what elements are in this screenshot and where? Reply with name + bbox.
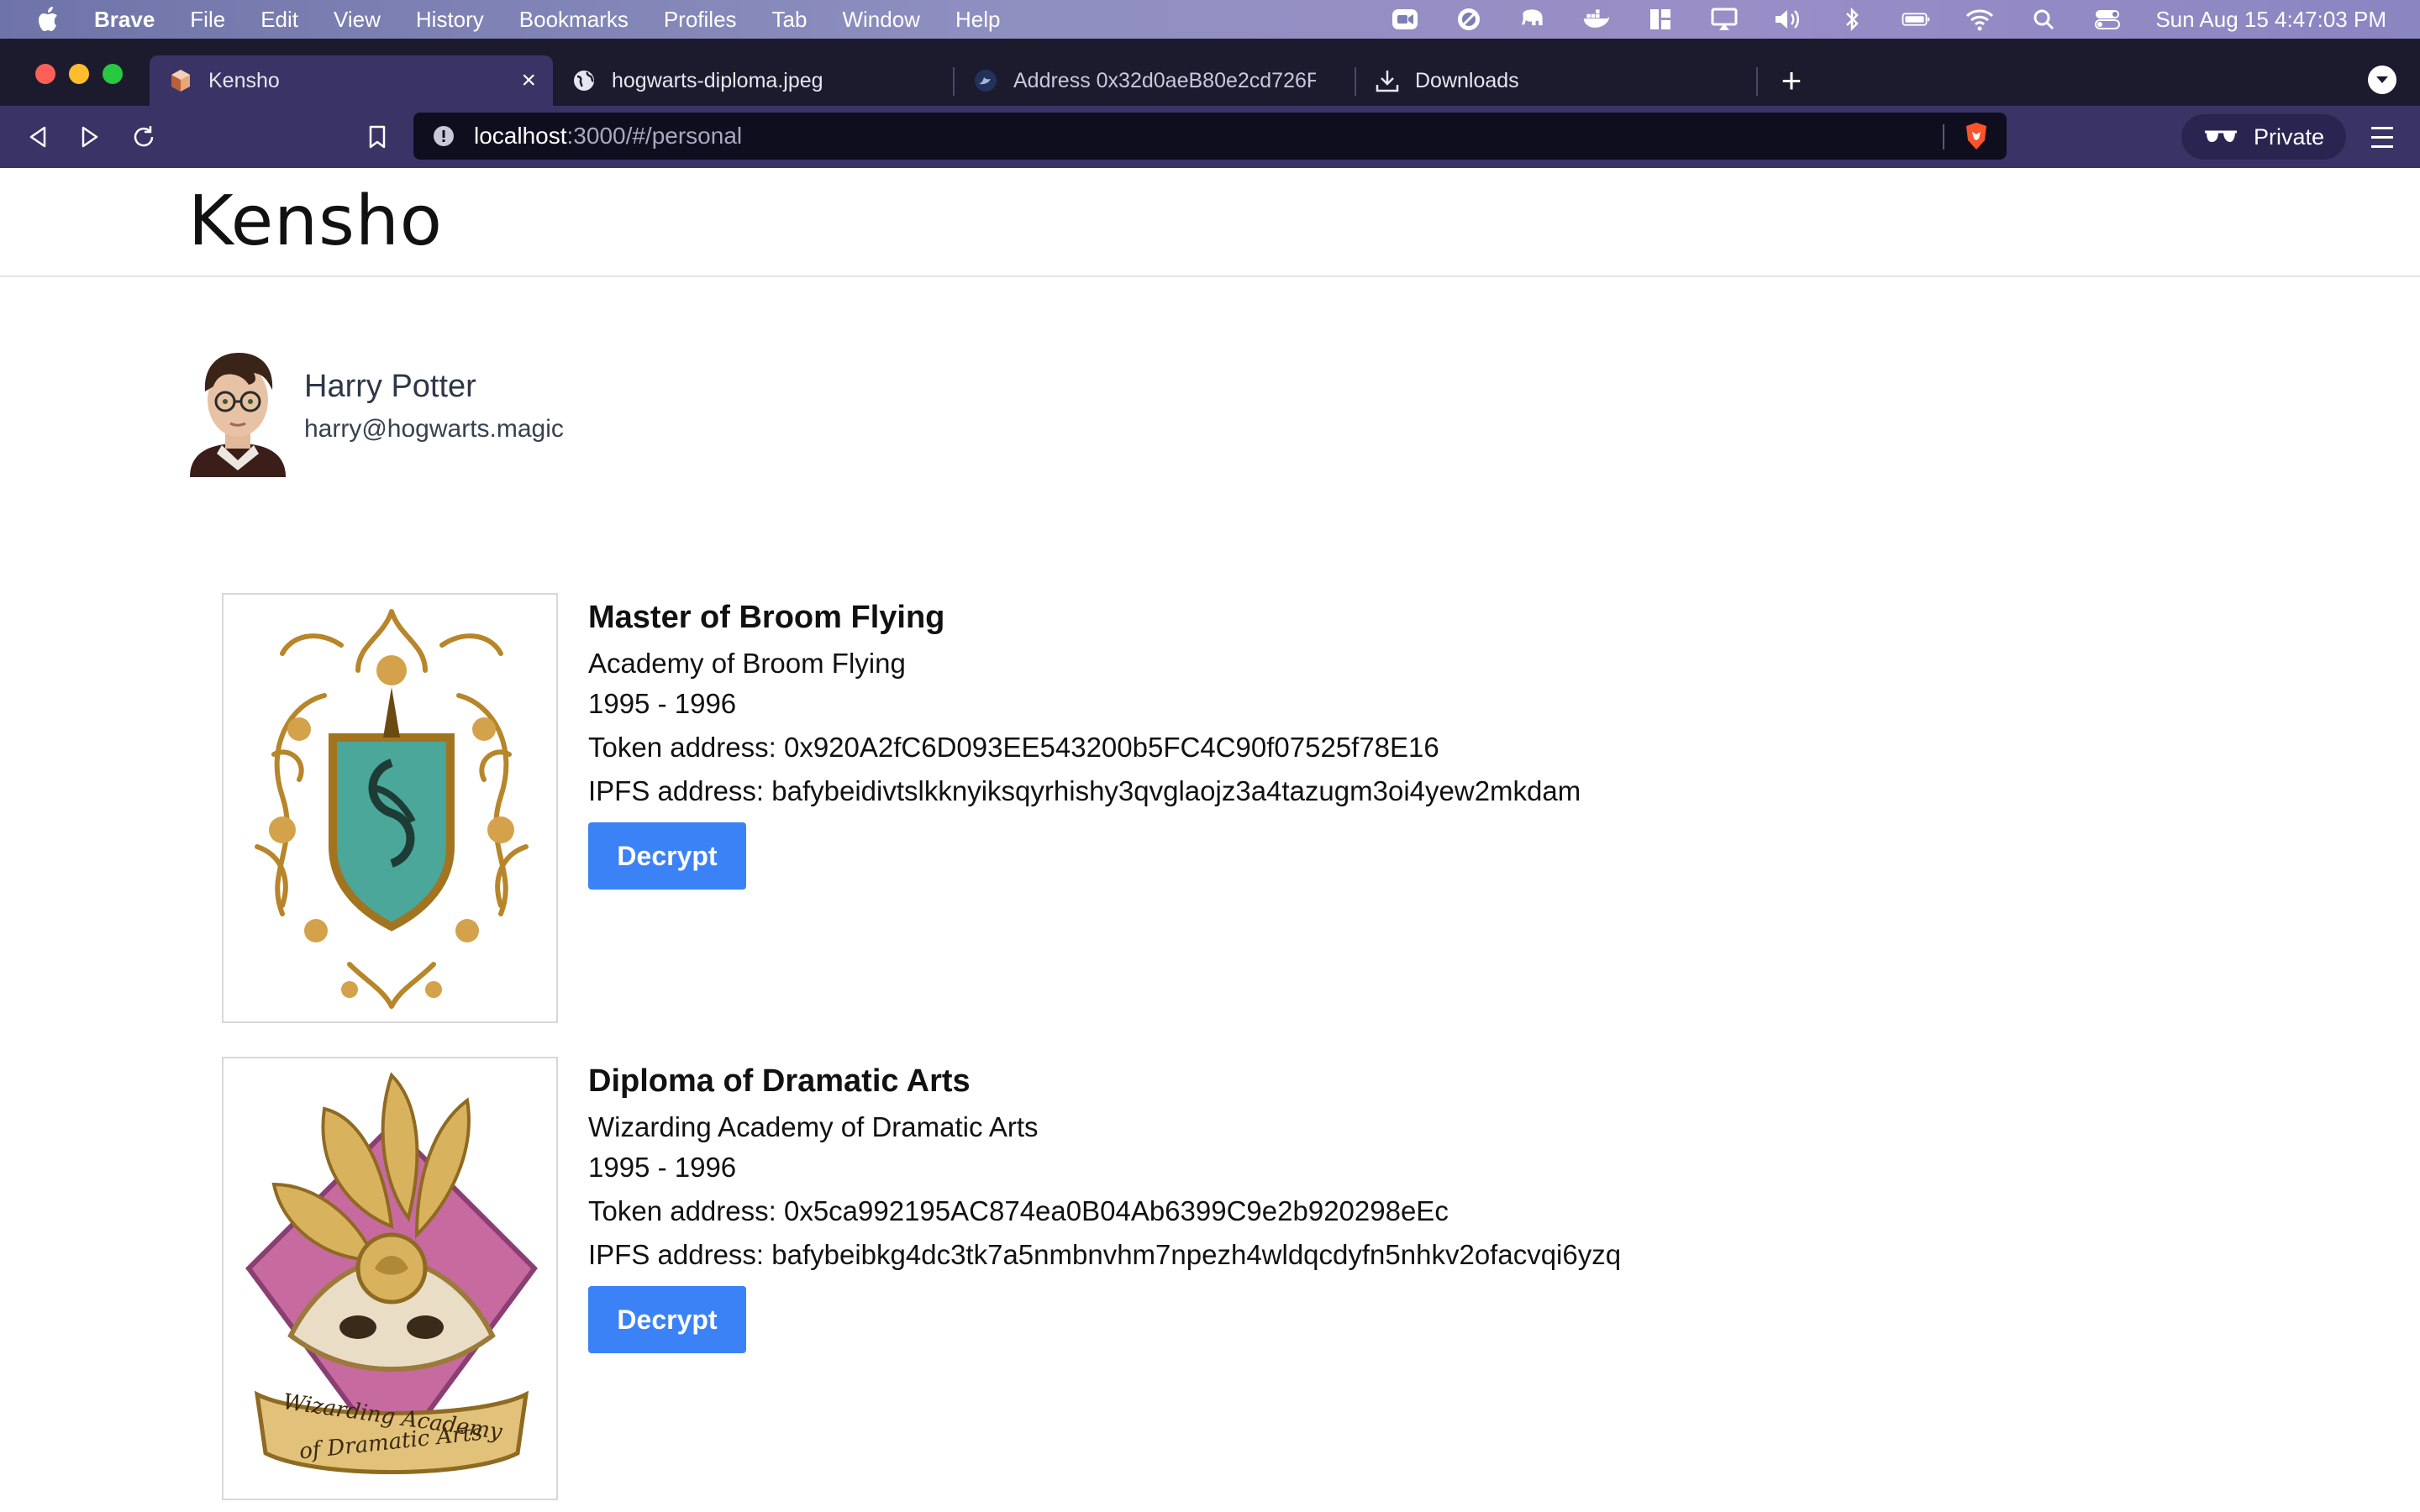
token-address: Token address: 0x5ca992195AC874ea0B04Ab6…: [588, 1195, 1449, 1226]
decrypt-button[interactable]: Decrypt: [588, 822, 746, 890]
menu-app-brave[interactable]: Brave: [94, 7, 155, 33]
layout-icon[interactable]: [1646, 5, 1675, 34]
address-bar[interactable]: localhost:3000/#/personal: [413, 113, 2007, 160]
credential-details: Diploma of Dramatic Arts Wizarding Acade…: [588, 1057, 1933, 1353]
profile-text: Harry Potter harry@hogwarts.magic: [304, 369, 564, 444]
menu-edit[interactable]: Edit: [260, 7, 298, 33]
tab-title: Address 0x32d0aeB80e2cd726F1D: [1013, 68, 1316, 92]
menu-file[interactable]: File: [190, 7, 225, 33]
minimize-window-button[interactable]: [69, 64, 89, 84]
url-divider: [1943, 124, 1944, 150]
menu-view[interactable]: View: [334, 7, 381, 33]
close-window-button[interactable]: [35, 64, 55, 84]
decrypt-button[interactable]: Decrypt: [588, 1286, 746, 1353]
reload-button[interactable]: [128, 121, 160, 153]
close-tab-icon[interactable]: ×: [521, 66, 536, 95]
token-address: Token address: 0x920A2fC6D093EE543200b5F…: [588, 732, 1439, 763]
browser-tab-strip: Kensho × hogwarts-diploma.jpeg Address 0…: [0, 39, 2420, 106]
ipfs-address: IPFS address: bafybeidivtslkknyiksqyrhis…: [588, 775, 1581, 806]
main-menu-button[interactable]: [2368, 121, 2396, 153]
reload-icon: [134, 126, 154, 147]
bookmark-icon: [369, 125, 386, 149]
tab-hogwarts-diploma[interactable]: hogwarts-diploma.jpeg: [553, 55, 948, 106]
battery-icon[interactable]: [1902, 5, 1930, 34]
back-button[interactable]: [22, 121, 54, 153]
window-controls: [35, 64, 136, 84]
menu-window[interactable]: Window: [842, 7, 919, 33]
menubar-status-area: Sun Aug 15 4:47:03 PM: [1355, 0, 2386, 39]
credential-institution: Academy of Broom Flying: [588, 648, 906, 679]
menu-bar-line: [2371, 126, 2393, 129]
docker-icon[interactable]: [1582, 5, 1611, 34]
volume-icon[interactable]: [1774, 5, 1802, 34]
private-glasses-icon: [2203, 127, 2238, 147]
avatar: [188, 341, 287, 477]
tab-separator: [1756, 67, 1758, 96]
site-header: Kensho: [0, 168, 2420, 277]
credential-crest-image: Wizarding Academy of Dramatic Arts: [222, 1057, 558, 1500]
wifi-icon[interactable]: [1965, 5, 1994, 34]
control-center-icon[interactable]: [2093, 5, 2122, 34]
tab-downloads[interactable]: Downloads: [1356, 55, 1754, 106]
brave-shields-icon[interactable]: [1961, 121, 1991, 151]
credential-title: Diploma of Dramatic Arts: [588, 1063, 971, 1099]
menubar-clock[interactable]: Sun Aug 15 4:47:03 PM: [2155, 7, 2386, 33]
profile-email: harry@hogwarts.magic: [304, 414, 564, 443]
bluetooth-icon[interactable]: [1838, 5, 1866, 34]
menu-bar-line: [2371, 135, 2393, 139]
tab-title: Downloads: [1415, 68, 1519, 92]
private-window-badge[interactable]: Private: [2181, 114, 2346, 160]
web-page: Kensho Harry Potter harry@hogwarts.magic: [0, 168, 2420, 1512]
tab-title: hogwarts-diploma.jpeg: [612, 68, 823, 92]
profile-name: Harry Potter: [304, 368, 476, 404]
credential-title: Master of Broom Flying: [588, 600, 945, 635]
etherscan-icon: [973, 68, 998, 93]
airplay-icon[interactable]: [1710, 5, 1739, 34]
zoom-window-button[interactable]: [103, 64, 123, 84]
forward-button[interactable]: [74, 121, 106, 153]
tab-kensho[interactable]: Kensho ×: [150, 55, 553, 106]
credential-institution: Wizarding Academy of Dramatic Arts: [588, 1111, 1039, 1142]
download-icon: [1375, 68, 1400, 93]
site-title[interactable]: Kensho: [188, 181, 443, 261]
globe-icon: [571, 68, 597, 93]
browser-toolbar: localhost:3000/#/personal Private: [0, 106, 2420, 168]
tab-search-button[interactable]: [2368, 66, 2396, 94]
tab-etherscan-address[interactable]: Address 0x32d0aeB80e2cd726F1D: [955, 55, 1353, 106]
elephant-icon[interactable]: [1518, 5, 1547, 34]
ipfs-address: IPFS address: bafybeibkg4dc3tk7a5nmbnvhm…: [588, 1239, 1622, 1270]
tab-title: Kensho: [208, 68, 280, 92]
menu-tab[interactable]: Tab: [772, 7, 808, 33]
menu-bookmarks[interactable]: Bookmarks: [519, 7, 629, 33]
menu-bar-line: [2371, 144, 2393, 148]
url-path: :3000/#/personal: [566, 123, 743, 149]
private-label: Private: [2254, 123, 2325, 150]
credential-dates: 1995 - 1996: [588, 688, 737, 719]
back-arrow-icon: [29, 126, 46, 148]
menu-history[interactable]: History: [416, 7, 484, 33]
new-tab-button[interactable]: +: [1775, 63, 1808, 98]
profile-card: Harry Potter harry@hogwarts.magic: [188, 341, 564, 477]
spotlight-icon[interactable]: [2029, 5, 2058, 34]
apple-menu-icon[interactable]: [35, 7, 60, 32]
macos-menubar: Brave File Edit View History Bookmarks P…: [0, 0, 2420, 39]
forward-arrow-icon: [82, 126, 98, 148]
zoom-icon[interactable]: [1391, 5, 1419, 34]
menu-profiles[interactable]: Profiles: [664, 7, 737, 33]
kensho-favicon-icon: [168, 68, 193, 93]
url-host: localhost: [474, 123, 567, 149]
browser-icon[interactable]: [1455, 5, 1483, 34]
menu-help[interactable]: Help: [955, 7, 1000, 33]
credential-details: Master of Broom Flying Academy of Broom …: [588, 593, 1933, 890]
site-info-icon[interactable]: [432, 124, 455, 148]
chevron-down-icon: [2376, 76, 2388, 83]
bookmark-button[interactable]: [361, 121, 393, 153]
credential-dates: 1995 - 1996: [588, 1152, 737, 1183]
credential-crest-image: [222, 593, 558, 1023]
